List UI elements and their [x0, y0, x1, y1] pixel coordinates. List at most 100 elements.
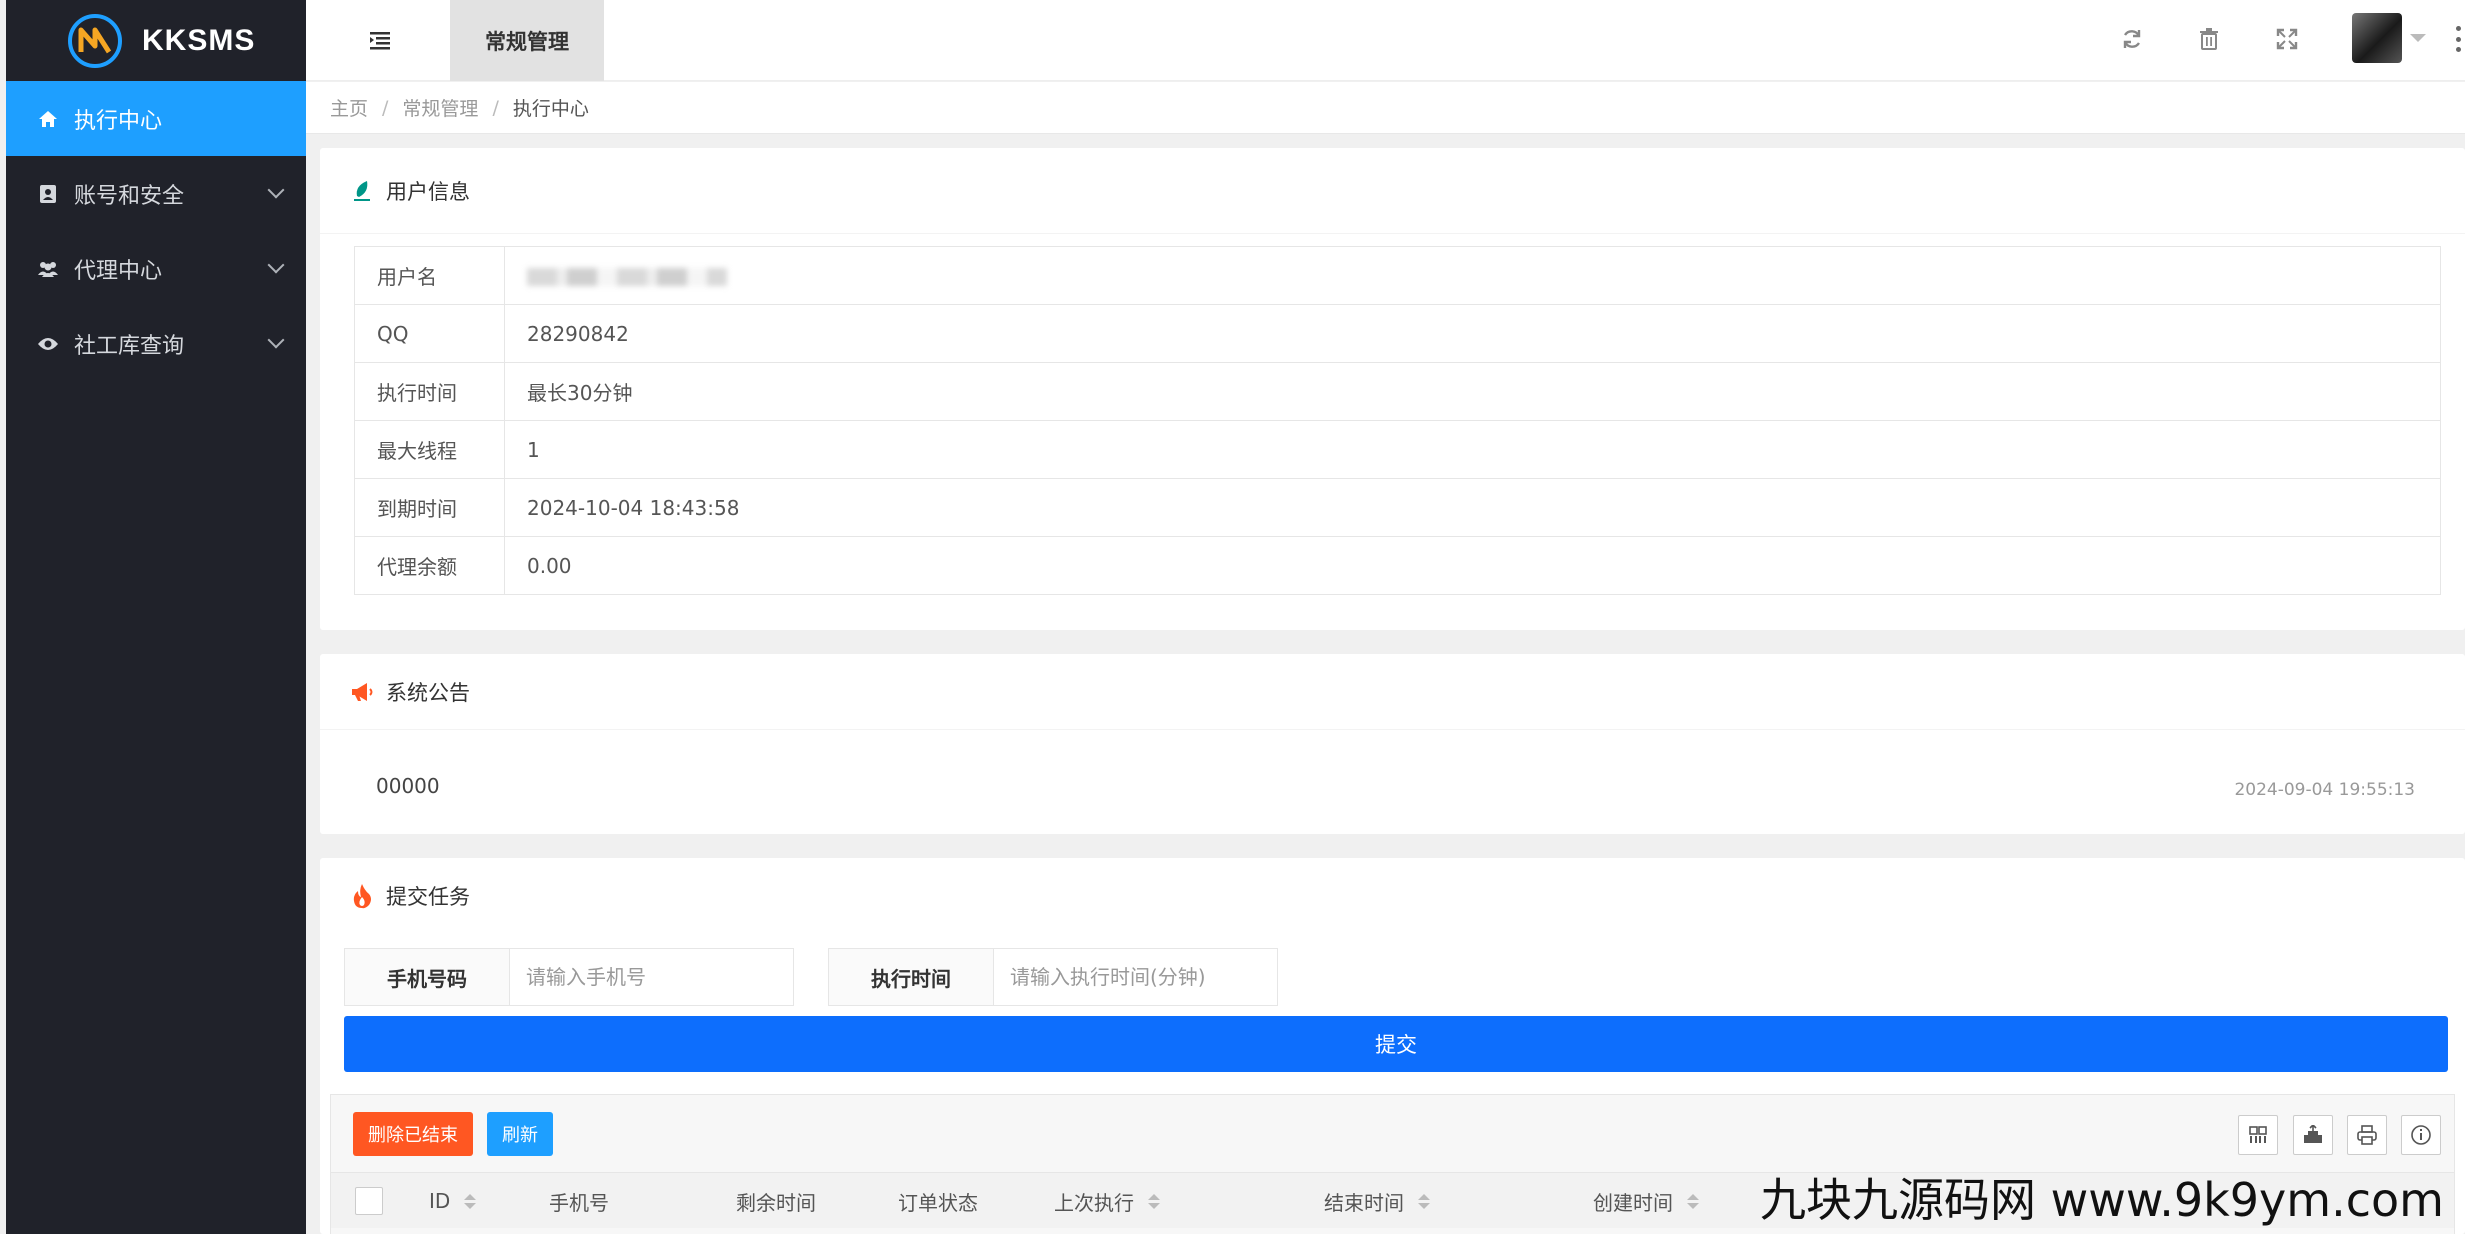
- watermark-text: 九块九源码网 www.9k9ym.com: [1760, 1173, 2444, 1227]
- table-row: 执行时间 最长30分钟: [354, 362, 2441, 421]
- refresh-button[interactable]: 刷新: [487, 1112, 553, 1156]
- breadcrumb-home[interactable]: 主页: [330, 94, 368, 121]
- chevron-down-icon: [267, 256, 285, 274]
- table-row: 最大线程 1: [354, 420, 2441, 479]
- column-header-remaining-time: 剩余时间: [736, 1173, 816, 1229]
- column-label: 结束时间: [1324, 1190, 1404, 1215]
- sidebar-item-label: 账号和安全: [74, 183, 185, 209]
- columns-icon[interactable]: [2238, 1115, 2278, 1155]
- column-label: 剩余时间: [736, 1190, 816, 1215]
- exec-time-input[interactable]: [994, 949, 1277, 1005]
- info-key: QQ: [354, 304, 505, 363]
- breadcrumb-current: 执行中心: [512, 98, 589, 120]
- sort-icon[interactable]: [1687, 1193, 1699, 1209]
- sort-icon[interactable]: [464, 1193, 477, 1209]
- system-notice-card: 系统公告 00000 2024-09-04 19:55:13: [320, 654, 2465, 834]
- print-icon[interactable]: [2347, 1115, 2387, 1155]
- users-icon: [36, 257, 60, 281]
- sort-icon[interactable]: [1418, 1193, 1430, 1209]
- avatar[interactable]: [2352, 13, 2402, 63]
- tab-regular-management[interactable]: 常规管理: [450, 0, 604, 81]
- phone-input[interactable]: [510, 949, 793, 1005]
- info-value: [504, 246, 2441, 305]
- info-key: 代理余额: [354, 536, 505, 595]
- table-row: 用户名: [354, 246, 2441, 305]
- card-title: 提交任务: [386, 885, 470, 909]
- sidebar-item-account-security[interactable]: 账号和安全: [6, 156, 306, 231]
- more-icon[interactable]: [2456, 26, 2462, 52]
- user-info-title-bar: 用户信息: [320, 148, 2465, 234]
- breadcrumb-separator: /: [382, 96, 389, 119]
- sidebar: KKSMS 执行中心 账号和安全 代理中心 社工库查询: [6, 0, 306, 1234]
- breadcrumb-regular-management[interactable]: 常规管理: [402, 94, 478, 121]
- sidebar-item-agent-center[interactable]: 代理中心: [6, 231, 306, 306]
- logo[interactable]: KKSMS: [6, 0, 306, 81]
- column-label: 上次执行: [1054, 1190, 1134, 1215]
- column-header-id[interactable]: ID: [429, 1173, 477, 1229]
- column-label: ID: [429, 1189, 451, 1213]
- column-header-last-exec[interactable]: 上次执行: [1054, 1173, 1160, 1229]
- column-header-phone: 手机号: [549, 1173, 609, 1229]
- select-all-checkbox[interactable]: [355, 1187, 383, 1215]
- info-key: 到期时间: [354, 478, 505, 537]
- sidebar-item-label: 执行中心: [74, 108, 163, 134]
- exec-time-label: 执行时间: [829, 949, 994, 1005]
- info-key: 最大线程: [354, 420, 505, 479]
- info-value: 最长30分钟: [504, 362, 2441, 421]
- refresh-icon[interactable]: [2117, 24, 2147, 54]
- notice-text: 00000: [376, 774, 440, 798]
- task-title-bar: 提交任务: [320, 858, 2465, 934]
- submit-button[interactable]: 提交: [344, 1016, 2448, 1072]
- column-header-order-status: 订单状态: [898, 1173, 978, 1229]
- card-title: 系统公告: [386, 680, 470, 705]
- logo-icon: [68, 13, 122, 68]
- sidebar-item-social-db-query[interactable]: 社工库查询: [6, 306, 306, 381]
- menu-icon[interactable]: [368, 28, 392, 52]
- info-value: 1: [504, 420, 2441, 479]
- card-title: 用户信息: [386, 179, 470, 204]
- notice-title-bar: 系统公告: [320, 654, 2465, 730]
- fullscreen-icon[interactable]: [2272, 24, 2302, 54]
- column-label: 订单状态: [898, 1190, 978, 1215]
- column-label: 创建时间: [1593, 1190, 1673, 1215]
- user-info-card: 用户信息 用户名 QQ 28290842 执行时间 最长30分钟 最大线程 1 …: [320, 148, 2465, 630]
- top-header: 常规管理: [306, 0, 2465, 81]
- phone-form-group: 手机号码: [344, 948, 794, 1006]
- info-icon[interactable]: [2401, 1115, 2441, 1155]
- column-header-create-time[interactable]: 创建时间: [1593, 1173, 1699, 1229]
- exec-time-form-group: 执行时间: [828, 948, 1278, 1006]
- info-key: 用户名: [354, 246, 505, 305]
- info-value: 2024-10-04 18:43:58: [504, 478, 2441, 537]
- chevron-down-icon: [267, 181, 285, 199]
- sidebar-item-label: 代理中心: [74, 258, 163, 284]
- fire-icon: [350, 884, 374, 909]
- delete-finished-button[interactable]: 删除已结束: [353, 1112, 473, 1156]
- phone-label: 手机号码: [345, 949, 510, 1005]
- sidebar-item-label: 社工库查询: [74, 333, 185, 359]
- breadcrumb-separator: /: [492, 96, 499, 119]
- address-book-icon: [36, 182, 60, 206]
- info-value: 28290842: [504, 304, 2441, 363]
- table-row: 代理余额 0.00: [354, 536, 2441, 595]
- caret-down-icon[interactable]: [2410, 34, 2426, 42]
- leaf-icon: [350, 179, 374, 203]
- user-info-table: 用户名 QQ 28290842 执行时间 最长30分钟 最大线程 1 到期时间 …: [354, 246, 2441, 595]
- logo-text: KKSMS: [142, 23, 256, 57]
- export-icon[interactable]: [2293, 1115, 2333, 1155]
- table-row: QQ 28290842: [354, 304, 2441, 363]
- notice-time: 2024-09-04 19:55:13: [2234, 780, 2415, 800]
- chevron-down-icon: [267, 331, 285, 349]
- eye-icon: [36, 332, 60, 356]
- table-row: 到期时间 2024-10-04 18:43:58: [354, 478, 2441, 537]
- column-header-end-time[interactable]: 结束时间: [1324, 1173, 1430, 1229]
- bullhorn-icon: [350, 680, 374, 704]
- sort-icon[interactable]: [1148, 1193, 1160, 1209]
- breadcrumb: 主页 / 常规管理 / 执行中心: [306, 82, 2465, 134]
- sidebar-item-exec-center[interactable]: 执行中心: [6, 81, 306, 156]
- info-value: 0.00: [504, 536, 2441, 595]
- info-key: 执行时间: [354, 362, 505, 421]
- home-icon: [36, 107, 60, 131]
- column-label: 手机号: [549, 1190, 609, 1215]
- blurred-username: [527, 268, 727, 286]
- trash-icon[interactable]: [2194, 24, 2224, 54]
